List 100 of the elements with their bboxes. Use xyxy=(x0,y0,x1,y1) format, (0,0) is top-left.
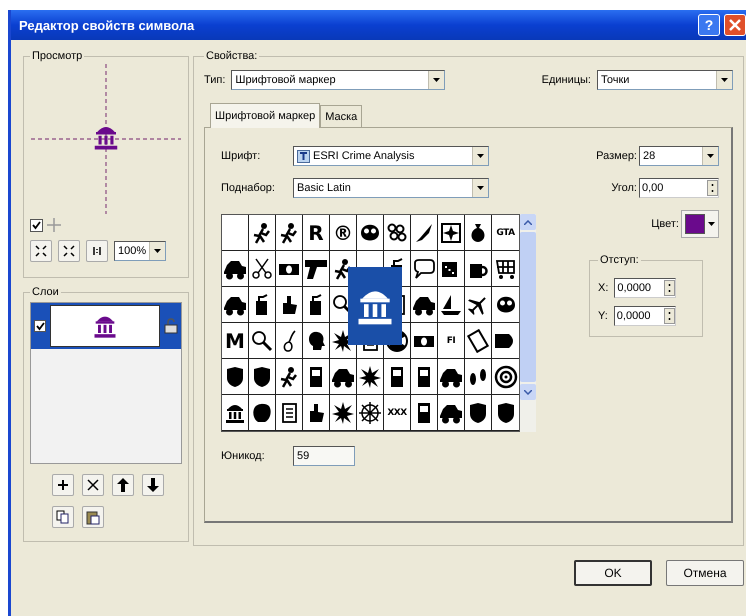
glyph-cell[interactable] xyxy=(276,395,303,431)
glyph-cell[interactable] xyxy=(276,215,303,251)
tab[interactable]: Маска xyxy=(320,105,362,127)
field-label: Y: xyxy=(598,310,608,322)
glyph-cell[interactable] xyxy=(465,323,492,359)
field-label: Угол: xyxy=(611,182,637,194)
actual-size-button[interactable] xyxy=(86,240,108,262)
magnifier-icon xyxy=(250,328,274,352)
glyph-cell[interactable] xyxy=(222,251,249,287)
glyph-cell[interactable]: FI xyxy=(438,323,465,359)
glyph-cell[interactable] xyxy=(465,215,492,251)
glyph-cell[interactable] xyxy=(438,215,465,251)
angle-spinner[interactable]: 0,00 xyxy=(639,178,719,198)
move-up-button[interactable] xyxy=(112,474,134,496)
glyph-cell[interactable] xyxy=(357,359,384,395)
paste-button[interactable] xyxy=(82,506,104,528)
tab[interactable]: Шрифтовой маркер xyxy=(210,103,320,128)
zoom-dropdown[interactable]: 100% xyxy=(114,241,166,261)
glyph-cell[interactable] xyxy=(276,359,303,395)
add-layer-button[interactable] xyxy=(52,474,74,496)
copy-icon xyxy=(56,510,70,524)
close-icon xyxy=(87,479,99,491)
x-offset-spinner[interactable]: 0,0000 xyxy=(614,278,676,298)
glyph-cell[interactable] xyxy=(411,359,438,395)
glyph-cell[interactable] xyxy=(249,287,276,323)
glyph-cell[interactable] xyxy=(222,395,249,431)
glyph-cell[interactable] xyxy=(249,359,276,395)
delete-layer-button[interactable] xyxy=(82,474,104,496)
glyph-cell[interactable] xyxy=(411,287,438,323)
glyph-cell[interactable] xyxy=(357,395,384,431)
zoom-out-button[interactable] xyxy=(58,240,80,262)
scrollbar[interactable] xyxy=(520,214,536,432)
glyph-cell[interactable]: XXX xyxy=(384,395,411,431)
chevron-down-icon[interactable] xyxy=(524,390,532,394)
glyph-cell[interactable] xyxy=(438,287,465,323)
glyph-cell[interactable] xyxy=(222,287,249,323)
glyph-cell[interactable] xyxy=(357,215,384,251)
y-offset-spinner[interactable]: 0,0000 xyxy=(614,306,676,326)
glyph-cell[interactable] xyxy=(249,395,276,431)
one-to-one-icon xyxy=(91,245,103,257)
glyph-cell[interactable] xyxy=(465,287,492,323)
plus-icon xyxy=(47,218,61,232)
caret-icon xyxy=(721,78,728,82)
glyph-cell[interactable] xyxy=(438,251,465,287)
glyph-cell[interactable] xyxy=(249,323,276,359)
layer-checkbox[interactable] xyxy=(34,320,46,332)
type-dropdown[interactable]: Шрифтовой маркер xyxy=(231,70,446,90)
field-label: Шрифт: xyxy=(221,150,262,162)
color-picker-button[interactable] xyxy=(681,210,719,238)
glyph-cell[interactable] xyxy=(303,287,330,323)
glyph-cell[interactable] xyxy=(249,215,276,251)
units-dropdown[interactable]: Точки xyxy=(597,70,733,90)
chevron-up-icon[interactable] xyxy=(524,220,532,224)
glyph-cell[interactable] xyxy=(465,251,492,287)
move-down-button[interactable] xyxy=(142,474,164,496)
copy-button[interactable] xyxy=(52,506,74,528)
glyph-cell[interactable] xyxy=(276,323,303,359)
caret-icon xyxy=(707,154,714,158)
layer-item[interactable] xyxy=(31,303,181,349)
lock-icon[interactable] xyxy=(164,318,178,334)
glyph-cell[interactable] xyxy=(330,359,357,395)
glyph-cell[interactable]: M xyxy=(222,323,249,359)
size-combo[interactable]: 28 xyxy=(639,146,719,166)
glyph-cell[interactable] xyxy=(411,251,438,287)
glyph-cell[interactable]: GTA xyxy=(492,215,519,251)
glyph-cell[interactable] xyxy=(303,251,330,287)
glyph-cell[interactable] xyxy=(249,251,276,287)
scissors-icon xyxy=(250,256,274,280)
subset-dropdown[interactable]: Basic Latin xyxy=(293,178,489,198)
glyph-cell[interactable] xyxy=(276,251,303,287)
glyph-cell[interactable] xyxy=(276,287,303,323)
glyph-cell[interactable] xyxy=(384,359,411,395)
glyph-cell[interactable] xyxy=(438,359,465,395)
glyph-cell[interactable] xyxy=(411,323,438,359)
glyph-cell[interactable] xyxy=(303,323,330,359)
glyph-cell[interactable] xyxy=(411,215,438,251)
glyph-cell[interactable] xyxy=(330,395,357,431)
glyph-cell[interactable] xyxy=(465,359,492,395)
glyph-cell[interactable] xyxy=(222,359,249,395)
glyph-cell[interactable]: ® xyxy=(330,215,357,251)
wheel-icon xyxy=(358,400,382,424)
close-button[interactable] xyxy=(724,14,746,36)
field-label: Единицы: xyxy=(542,74,591,86)
group-label: Отступ: xyxy=(599,254,640,266)
glyph-cell[interactable]: R xyxy=(303,215,330,251)
glyph-cell[interactable] xyxy=(303,395,330,431)
glyph-cell[interactable] xyxy=(411,395,438,431)
cancel-button[interactable]: Отмена xyxy=(666,560,744,586)
ok-button[interactable]: OK xyxy=(574,560,652,586)
unicode-field[interactable]: 59 xyxy=(293,446,355,466)
empty-glyph-cell[interactable] xyxy=(222,215,249,251)
font-dropdown[interactable]: ESRI Crime Analysis xyxy=(293,146,489,166)
glyph-cell[interactable] xyxy=(303,359,330,395)
crosshair-checkbox[interactable] xyxy=(30,218,43,232)
glyph-cell[interactable] xyxy=(438,395,465,431)
field-label: X: xyxy=(598,282,608,294)
glyph-cell[interactable] xyxy=(465,395,492,431)
help-button[interactable]: ? xyxy=(698,14,720,36)
zoom-in-button[interactable] xyxy=(30,240,52,262)
glyph-cell[interactable] xyxy=(384,215,411,251)
